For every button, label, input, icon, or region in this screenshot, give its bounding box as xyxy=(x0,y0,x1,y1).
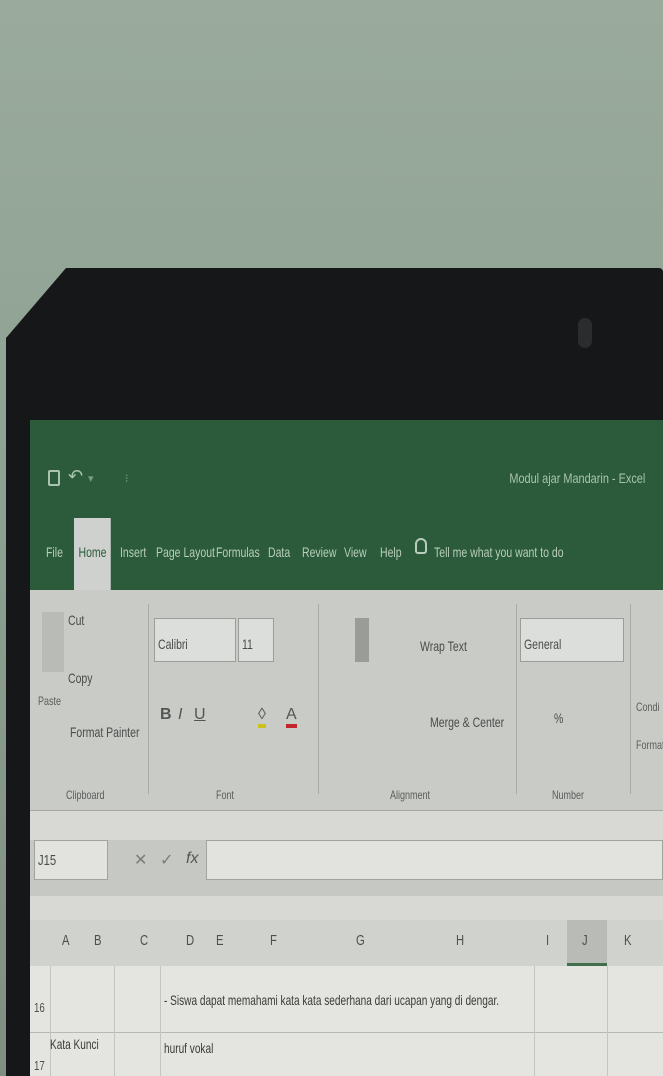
webcam xyxy=(578,318,592,348)
separator xyxy=(148,604,149,794)
number-group-label: Number xyxy=(552,788,585,802)
align-middle-icon[interactable] xyxy=(355,618,369,662)
tab-formulas[interactable]: Formulas xyxy=(216,544,260,560)
column-header[interactable]: J xyxy=(582,932,588,949)
save-icon[interactable] xyxy=(48,470,60,486)
paste-label[interactable]: Paste xyxy=(38,694,61,708)
format-painter-button[interactable]: Format Painter xyxy=(70,724,139,740)
excel-window: ↶ ▾ ⁝ Modul ajar Mandarin - Excel File H… xyxy=(30,420,663,1076)
number-format-value: General xyxy=(524,636,562,652)
row-divider xyxy=(30,1032,663,1033)
cell-d16[interactable]: - Siswa dapat memahami kata kata sederha… xyxy=(164,992,499,1008)
wrap-text-button[interactable]: Wrap Text xyxy=(420,638,467,654)
cell-d17[interactable]: huruf vokal xyxy=(164,1040,213,1056)
column-divider xyxy=(607,966,608,1076)
lightbulb-icon xyxy=(415,538,427,554)
conditional-formatting-label-2[interactable]: Format xyxy=(636,738,663,752)
column-header[interactable]: C xyxy=(140,932,148,949)
tab-file[interactable]: File xyxy=(46,544,63,560)
tab-review[interactable]: Review xyxy=(302,544,336,560)
tab-page-layout[interactable]: Page Layout xyxy=(156,544,215,560)
cancel-icon[interactable]: ✕ xyxy=(134,850,147,870)
clipboard-group-label: Clipboard xyxy=(66,788,105,802)
font-size-value: 11 xyxy=(242,636,253,652)
column-divider xyxy=(114,966,115,1076)
enter-icon[interactable]: ✓ xyxy=(160,850,173,870)
cut-button[interactable]: Cut xyxy=(68,612,84,628)
tab-data[interactable]: Data xyxy=(268,544,290,560)
fill-color-icon[interactable]: ◊ xyxy=(258,706,266,728)
tab-insert[interactable]: Insert xyxy=(120,544,146,560)
paste-icon[interactable] xyxy=(42,612,64,672)
formula-input[interactable] xyxy=(206,840,663,880)
italic-icon[interactable]: I xyxy=(178,706,182,724)
cell-grid[interactable] xyxy=(30,966,663,1076)
column-header[interactable]: A xyxy=(62,932,70,949)
name-box-value: J15 xyxy=(38,852,57,869)
ribbon-tabs: File Home Insert Page Layout Formulas Da… xyxy=(30,518,663,590)
font-name-value: Calibri xyxy=(158,636,188,652)
alignment-group-label: Alignment xyxy=(390,788,431,802)
tab-help[interactable]: Help xyxy=(380,544,402,560)
column-header[interactable]: H xyxy=(456,932,464,949)
tell-me-search[interactable]: Tell me what you want to do xyxy=(434,544,564,560)
bold-icon[interactable]: B xyxy=(160,706,172,724)
separator xyxy=(516,604,517,794)
ribbon-home: Paste Cut Copy Format Painter Clipboard … xyxy=(30,590,663,811)
conditional-formatting-label-1[interactable]: Condi xyxy=(636,700,660,714)
percent-button[interactable]: % xyxy=(554,710,563,726)
font-group-label: Font xyxy=(216,788,235,802)
row-number[interactable]: 16 xyxy=(34,1000,45,1015)
quick-access-more-icon[interactable]: ⁝ xyxy=(125,472,129,485)
fx-icon[interactable]: fx xyxy=(186,850,198,868)
column-divider xyxy=(50,966,51,1076)
row-number[interactable]: 17 xyxy=(34,1058,45,1073)
undo-icon[interactable]: ↶ xyxy=(68,466,83,487)
column-divider xyxy=(534,966,535,1076)
tab-view[interactable]: View xyxy=(344,544,367,560)
undo-dropdown-icon[interactable]: ▾ xyxy=(88,472,94,485)
column-divider xyxy=(160,966,161,1076)
column-header[interactable]: E xyxy=(216,932,224,949)
column-header[interactable]: K xyxy=(624,932,632,949)
column-header[interactable]: D xyxy=(186,932,194,949)
column-header[interactable]: G xyxy=(356,932,365,949)
title-bar: ↶ ▾ ⁝ Modul ajar Mandarin - Excel xyxy=(30,420,663,530)
merge-center-button[interactable]: Merge & Center xyxy=(430,714,504,730)
column-header[interactable]: F xyxy=(270,932,277,949)
column-header[interactable]: I xyxy=(546,932,549,949)
underline-icon[interactable]: U xyxy=(194,706,206,724)
copy-button[interactable]: Copy xyxy=(68,670,93,686)
separator xyxy=(630,604,631,794)
column-header[interactable]: B xyxy=(94,932,102,949)
window-title: Modul ajar Mandarin - Excel xyxy=(509,470,645,486)
tab-home[interactable]: Home xyxy=(74,518,112,590)
cell-a17[interactable]: Kata Kunci xyxy=(50,1036,99,1052)
separator xyxy=(318,604,319,794)
font-color-icon[interactable]: A xyxy=(286,706,297,728)
